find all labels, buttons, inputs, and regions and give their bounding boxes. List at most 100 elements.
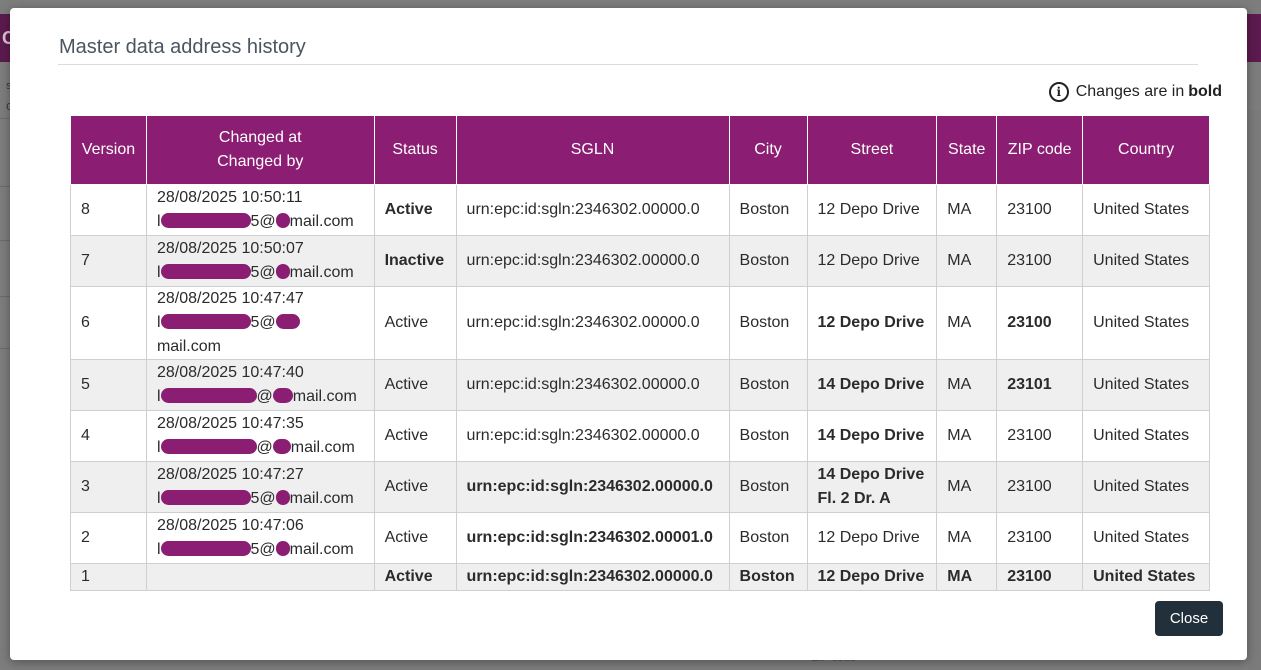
changed-cell: 28/08/2025 10:50:07 l 5@ mail.com: [145, 235, 375, 287]
version-cell: 5: [70, 359, 147, 411]
street-cell: 12 Depo Drive: [806, 512, 938, 564]
city-cell: Boston: [728, 286, 808, 360]
street-line-1: 14 Depo Drive: [817, 466, 925, 483]
changed-by-value: l5@mail.com: [157, 311, 364, 359]
state-cell: MA: [936, 235, 998, 287]
redaction-mark: [160, 540, 251, 556]
zip-cell: 23100: [996, 184, 1084, 236]
close-button[interactable]: Close: [1155, 601, 1223, 636]
redaction-mark: [275, 263, 290, 279]
street-cell: 12 Depo Drive: [806, 286, 938, 360]
status-cell: Active: [373, 563, 457, 591]
background-divider: [0, 118, 10, 119]
sgln-cell: urn:epc:id:sgln:2346302.00001.0: [455, 512, 730, 564]
redaction-mark: [275, 489, 290, 505]
column-header-zip[interactable]: ZIP code: [996, 115, 1084, 185]
column-header-street[interactable]: Street: [806, 115, 938, 185]
zip-cell: 23100: [996, 235, 1084, 287]
street-cell: 12 Depo Drive: [806, 563, 938, 591]
status-cell: Active: [373, 359, 457, 411]
table-row: 7 28/08/2025 10:50:07 l 5@ mail.com Inacti…: [70, 235, 1210, 287]
state-cell: MA: [936, 410, 998, 462]
background-right-panel: [1248, 110, 1261, 670]
redaction-mark: [275, 540, 290, 556]
street-cell: 12 Depo Drive: [806, 184, 938, 236]
zip-cell: 23100: [996, 461, 1084, 513]
version-cell: 2: [70, 512, 147, 564]
column-header-changed[interactable]: Changed at Changed by: [145, 115, 375, 185]
redaction-mark: [160, 212, 251, 228]
version-cell: 7: [70, 235, 147, 287]
version-cell: 6: [70, 286, 147, 360]
table-row: 3 28/08/2025 10:47:27 l 5@ mail.com Active…: [70, 461, 1210, 513]
street-cell: 14 Depo Drive: [806, 359, 938, 411]
version-cell: 8: [70, 184, 147, 236]
changed-by-value: l @ mail.com: [156, 387, 357, 405]
changed-cell: 28/08/2025 10:47:40 l @ mail.com: [145, 359, 375, 411]
column-header-changed-at: Changed at: [218, 129, 302, 146]
redaction-mark: [160, 387, 257, 403]
table-header-row: Version Changed at Changed by Status SGL…: [70, 115, 1210, 185]
status-cell: Active: [373, 286, 457, 360]
country-cell: United States: [1082, 359, 1210, 411]
status-cell: Active: [373, 461, 457, 513]
column-header-state[interactable]: State: [936, 115, 998, 185]
address-history-table: Version Changed at Changed by Status SGL…: [70, 115, 1210, 591]
city-cell: Boston: [728, 512, 808, 564]
state-cell: MA: [936, 563, 998, 591]
city-cell: Boston: [728, 184, 808, 236]
column-header-status[interactable]: Status: [373, 115, 457, 185]
modal-title: Master data address history: [59, 36, 306, 58]
redaction-mark: [275, 212, 290, 228]
city-cell: Boston: [728, 563, 808, 591]
country-cell: United States: [1082, 461, 1210, 513]
column-header-sgln[interactable]: SGLN: [455, 115, 730, 185]
city-cell: Boston: [728, 410, 808, 462]
state-cell: MA: [936, 359, 998, 411]
city-cell: Boston: [728, 359, 808, 411]
background-divider: [0, 296, 10, 297]
changed-by-value: l5@mail.com: [156, 212, 354, 230]
sgln-cell: urn:epc:id:sgln:2346302.00000.0: [455, 235, 730, 287]
country-cell: United States: [1082, 410, 1210, 462]
title-divider: [58, 64, 1198, 65]
changed-at-value: 28/08/2025 10:47:27: [156, 466, 304, 483]
column-header-city[interactable]: City: [728, 115, 808, 185]
legend-bold-text: bold: [1188, 83, 1222, 100]
changed-at-value: 28/08/2025 10:47:47: [156, 290, 304, 307]
address-history-modal: Master data address history i Changes ar…: [10, 8, 1247, 660]
changed-cell: 28/08/2025 10:47:35 l @ mail.com: [145, 410, 375, 462]
zip-cell: 23101: [996, 359, 1084, 411]
zip-cell: 23100: [996, 410, 1084, 462]
changed-by-value: l5@mail.com: [156, 489, 354, 507]
changed-at-value: 28/08/2025 10:47:35: [156, 415, 304, 432]
status-cell: Inactive: [373, 235, 457, 287]
legend-text: Changes are in: [1075, 83, 1185, 100]
sgln-cell: urn:epc:id:sgln:2346302.00000.0: [455, 563, 730, 591]
street-cell: 14 Depo Drive: [806, 410, 938, 462]
status-cell: Active: [373, 410, 457, 462]
background-divider: [0, 348, 10, 349]
changed-at-value: 28/08/2025 10:50:11: [156, 189, 303, 206]
column-header-country[interactable]: Country: [1082, 115, 1210, 185]
street-cell: 14 Depo Drive Fl. 2 Dr. A: [806, 461, 938, 513]
country-cell: United States: [1082, 184, 1210, 236]
changed-cell: 28/08/2025 10:47:27 l 5@ mail.com: [145, 461, 375, 513]
redaction-mark: [272, 438, 291, 454]
column-header-version[interactable]: Version: [70, 115, 147, 185]
city-cell: Boston: [728, 461, 808, 513]
country-cell: United States: [1082, 286, 1210, 360]
sgln-cell: urn:epc:id:sgln:2346302.00000.0: [455, 286, 730, 360]
changed-cell: [145, 563, 375, 591]
info-icon: i: [1048, 82, 1069, 102]
street-cell: 12 Depo Drive: [806, 235, 938, 287]
sgln-cell: urn:epc:id:sgln:2346302.00000.0: [455, 184, 730, 236]
sgln-cell: urn:epc:id:sgln:2346302.00000.0: [455, 461, 730, 513]
redaction-mark: [160, 489, 251, 505]
table-row: 8 28/08/2025 10:50:11 l 5@ mail.com Active…: [70, 184, 1210, 236]
changed-by-value: l5@mail.com: [156, 263, 354, 281]
country-cell: United States: [1082, 235, 1210, 287]
background-divider: [0, 186, 10, 187]
table-row: 2 28/08/2025 10:47:06 l 5@ mail.com Active…: [70, 512, 1210, 564]
changed-by-value: l5@mail.com: [156, 540, 354, 558]
